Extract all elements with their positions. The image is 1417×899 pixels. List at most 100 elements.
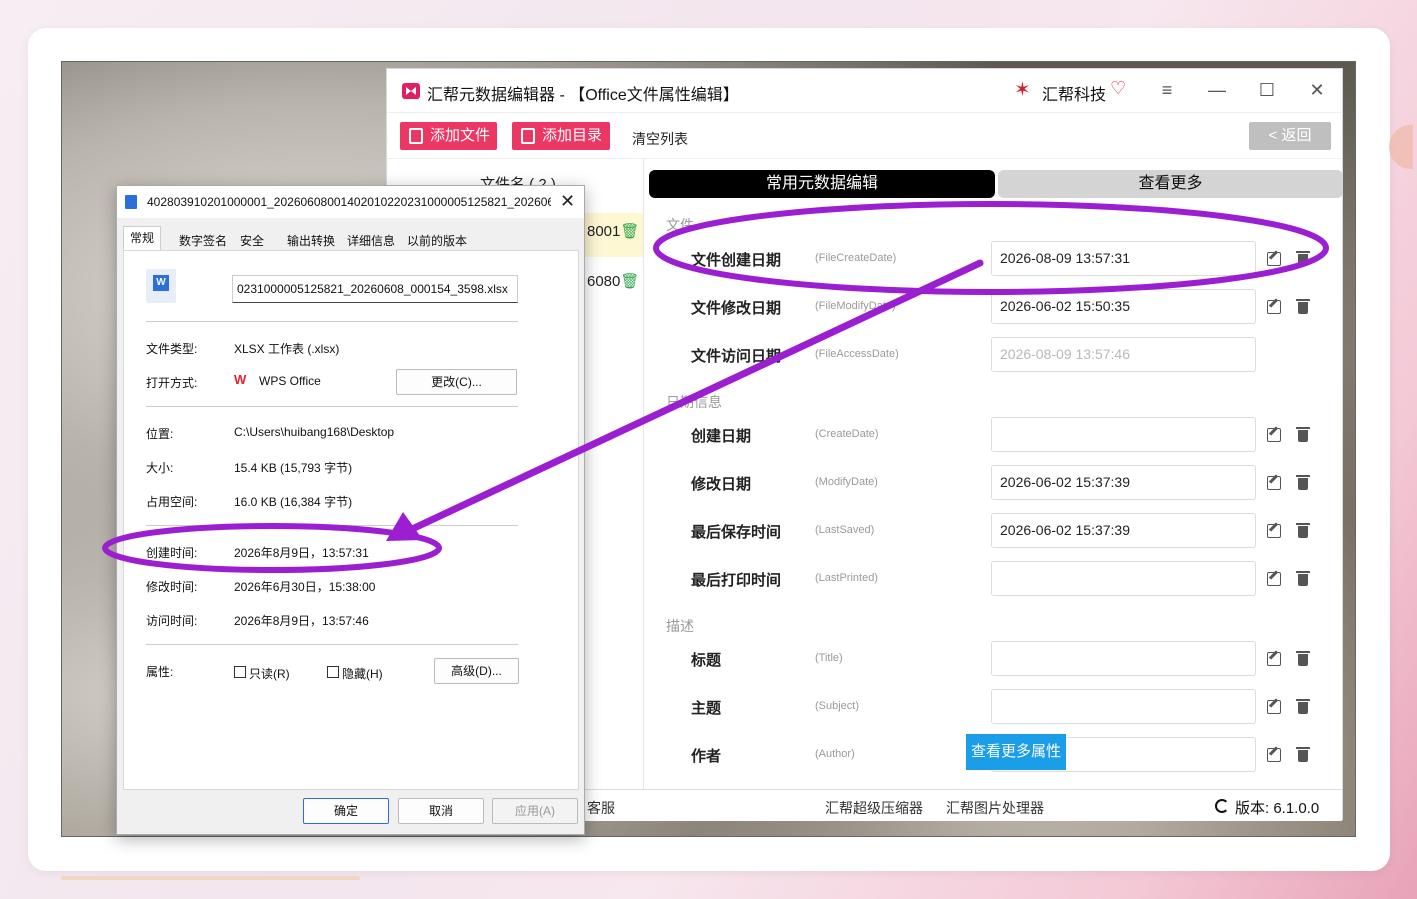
edit-icon[interactable] — [1267, 476, 1281, 490]
file-list-item[interactable]: 6080🗑 — [587, 272, 639, 290]
file-properties-dialog: 402803910201000001_202606080014020102202… — [116, 185, 585, 835]
compressor-link[interactable]: 汇帮超级压缩器 — [825, 798, 923, 818]
subject-input[interactable] — [991, 689, 1256, 724]
dialog-panel: 0231000005125821_20260608_000154_3598.xl… — [123, 250, 579, 790]
last-printed-input[interactable] — [991, 561, 1256, 596]
delete-icon[interactable] — [1296, 523, 1310, 538]
close-button[interactable]: ✕ — [1302, 77, 1332, 103]
edit-icon[interactable] — [1267, 252, 1281, 266]
delete-icon[interactable] — [1296, 427, 1310, 442]
location-label: 位置: — [146, 427, 174, 441]
edit-icon[interactable] — [1267, 700, 1281, 714]
maximize-button[interactable]: ☐ — [1252, 77, 1282, 103]
apply-button: 应用(A) — [492, 798, 578, 824]
readonly-label[interactable]: 只读(R) — [249, 665, 290, 682]
toolbar: 添加文件 添加目录 — [387, 113, 1342, 159]
hidden-checkbox[interactable] — [327, 666, 339, 678]
filename-input[interactable]: 0231000005125821_20260608_000154_3598.xl… — [232, 275, 518, 303]
tab-view-more[interactable]: 查看更多 — [998, 170, 1343, 198]
word-file-icon — [146, 269, 176, 303]
tab-general[interactable]: 常规 — [123, 226, 162, 250]
dialog-close-button[interactable]: ✕ — [560, 191, 575, 212]
section-date-info: 日期信息 — [666, 394, 722, 410]
delete-icon[interactable] — [1296, 475, 1310, 490]
delete-icon[interactable] — [1296, 571, 1310, 586]
size-label: 大小: — [146, 461, 174, 475]
tab-common-metadata[interactable]: 常用元数据编辑 — [649, 170, 995, 198]
edit-icon[interactable] — [1267, 428, 1281, 442]
readonly-checkbox[interactable] — [234, 666, 246, 678]
version-text: 版本: 6.1.0.0 — [1235, 800, 1320, 817]
trash-icon[interactable]: 🗑 — [620, 273, 639, 290]
tab-previous-versions[interactable]: 以前的版本 — [407, 232, 467, 249]
word-icon — [125, 195, 137, 209]
view-more-properties-button[interactable]: 查看更多属性 — [966, 734, 1066, 770]
title-input[interactable] — [991, 641, 1256, 676]
row-label: 主题 — [691, 700, 722, 717]
section-file: 文件 — [666, 217, 694, 233]
modified-label: 修改时间: — [146, 580, 198, 594]
disk-size-value: 16.0 KB (16,384 字节) — [234, 495, 353, 509]
row-key: (LastSaved) — [815, 524, 875, 536]
tab-digital-signature[interactable]: 数字签名 — [179, 232, 227, 249]
edit-icon[interactable] — [1267, 748, 1281, 762]
delete-icon[interactable] — [1296, 699, 1310, 714]
clear-list-button[interactable]: 清空列表 — [632, 129, 688, 149]
add-file-button[interactable]: 添加文件 — [400, 122, 497, 150]
refresh-icon[interactable] — [1215, 799, 1229, 813]
row-label: 文件访问日期 — [691, 348, 782, 365]
create-date-input[interactable] — [991, 417, 1256, 452]
attributes-label: 属性: — [146, 665, 174, 679]
file-type-label: 文件类型: — [146, 342, 198, 356]
cancel-button[interactable]: 取消 — [398, 798, 484, 824]
row-label: 最后打印时间 — [691, 572, 782, 589]
row-label: 修改日期 — [691, 476, 752, 493]
tab-output-convert[interactable]: 输出转换 — [287, 232, 335, 249]
edit-icon[interactable] — [1267, 300, 1281, 314]
minimize-button[interactable]: — — [1202, 77, 1232, 103]
row-label: 作者 — [691, 748, 722, 765]
image-tool-link[interactable]: 汇帮图片处理器 — [946, 798, 1044, 818]
file-type-value: XLSX 工作表 (.xlsx) — [234, 342, 340, 356]
row-key: (Title) — [815, 652, 843, 664]
row-label: 文件创建日期 — [691, 252, 782, 269]
file-list-item[interactable]: 8001🗑 — [587, 222, 639, 240]
row-key: (FileModifyDate) — [815, 300, 896, 312]
ok-button[interactable]: 确定 — [303, 798, 389, 824]
trash-icon[interactable]: 🗑 — [620, 223, 639, 240]
add-folder-button[interactable]: 添加目录 — [512, 122, 610, 150]
tab-details[interactable]: 详细信息 — [347, 232, 395, 249]
edit-icon[interactable] — [1267, 572, 1281, 586]
decorative-shape — [1389, 125, 1413, 169]
modify-date-input[interactable]: 2026-06-02 15:37:39 — [991, 465, 1256, 500]
edit-icon[interactable] — [1267, 652, 1281, 666]
heart-icon[interactable]: ♡ — [1110, 78, 1126, 99]
delete-icon[interactable] — [1296, 651, 1310, 666]
folder-icon — [521, 128, 535, 144]
delete-icon[interactable] — [1296, 747, 1310, 762]
tab-security[interactable]: 安全 — [240, 232, 264, 249]
delete-icon[interactable] — [1296, 251, 1310, 266]
menu-icon[interactable]: ≡ — [1152, 77, 1182, 103]
row-key: (ModifyDate) — [815, 476, 878, 488]
file-create-date-input[interactable]: 2026-08-09 13:57:31 — [991, 241, 1256, 276]
last-saved-input[interactable]: 2026-06-02 15:37:39 — [991, 513, 1256, 548]
divider — [146, 321, 518, 322]
created-label: 创建时间: — [146, 546, 198, 560]
edit-icon[interactable] — [1267, 524, 1281, 538]
back-button[interactable]: < 返回 — [1249, 122, 1331, 150]
row-label: 创建日期 — [691, 428, 752, 445]
advanced-button[interactable]: 高级(D)... — [434, 658, 519, 684]
file-modify-date-input[interactable]: 2026-06-02 15:50:35 — [991, 289, 1256, 324]
created-value: 2026年8月9日，13:57:31 — [234, 546, 369, 560]
divider — [146, 406, 518, 407]
customer-service-link[interactable]: 客服 — [587, 798, 615, 818]
row-key: (Subject) — [815, 700, 860, 712]
accessed-value: 2026年8月9日，13:57:46 — [234, 614, 369, 628]
app-logo-icon — [402, 83, 420, 99]
delete-icon[interactable] — [1296, 299, 1310, 314]
hidden-label[interactable]: 隐藏(H) — [342, 665, 383, 682]
row-label: 文件修改日期 — [691, 300, 782, 317]
file-access-date-input: 2026-08-09 13:57:46 — [991, 337, 1256, 372]
change-button[interactable]: 更改(C)... — [396, 369, 517, 395]
